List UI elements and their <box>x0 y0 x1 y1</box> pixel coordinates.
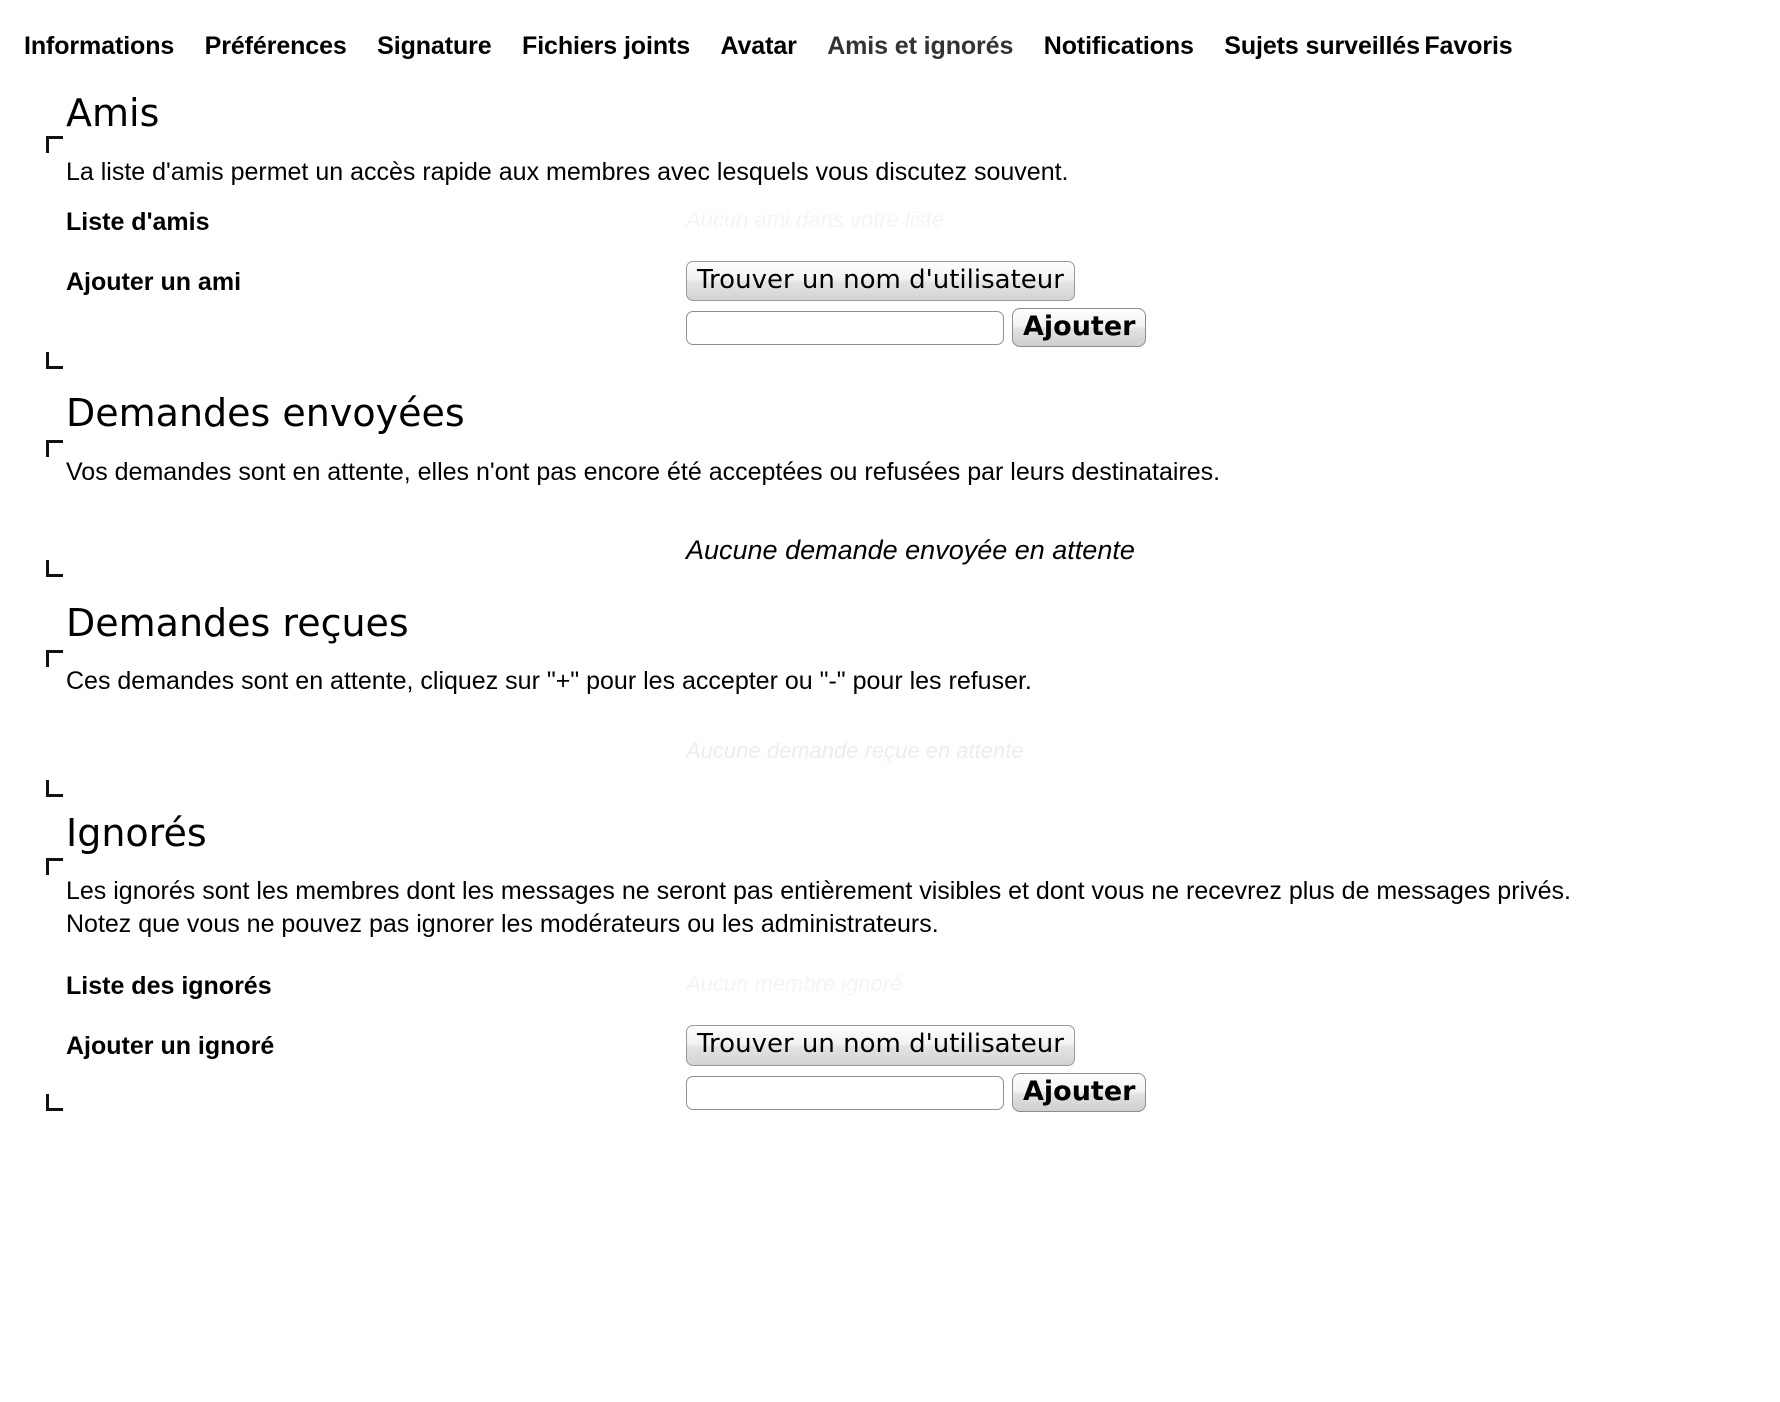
label-ajouter-ignore: Ajouter un ignoré <box>66 1032 275 1061</box>
value-ajouter-ami: Trouver un nom d'utilisateur Ajouter <box>686 259 1714 348</box>
section-description-demandes-recues: Ces demandes sont en attente, cliquez su… <box>66 667 1032 696</box>
profile-tabs-row: Informations Préférences Signature Fichi… <box>0 18 1780 74</box>
value-liste-amis: Aucun ami dans votre liste <box>686 199 1714 236</box>
add-ignored-input[interactable] <box>686 1075 1004 1110</box>
liste-ignores-empty-text: Aucun membre ignoré <box>686 965 1714 1000</box>
tab-notifications[interactable]: Notifications <box>1044 18 1194 74</box>
received-requests-empty-wrap: Aucune demande reçue en attente <box>42 708 1738 773</box>
tab-informations[interactable]: Informations <box>24 18 174 74</box>
section-description-amis: La liste d'amis permet un accès rapide a… <box>66 157 1069 186</box>
section-demandes-recues: Demandes reçues Ces demandes sont en att… <box>42 584 1738 797</box>
label-liste-ignores: Liste des ignorés <box>66 972 272 1001</box>
find-username-button-amis[interactable]: Trouver un nom d'utilisateur <box>686 260 1075 302</box>
section-amis: Amis La liste d'amis permet un accès rap… <box>42 74 1738 374</box>
tab-fichiers-joints[interactable]: Fichiers joints <box>522 18 690 74</box>
label-ajouter-ami: Ajouter un ami <box>66 267 242 296</box>
section-title-demandes-recues: Demandes reçues <box>66 600 409 645</box>
field-row-ajouter-ignore: Ajouter un ignoré Trouver un nom d'utili… <box>42 1023 1738 1113</box>
field-row-liste-ignores: Liste des ignorés Aucun membre ignoré <box>42 963 1738 1005</box>
profile-tabs-nav: Informations Préférences Signature Fichi… <box>0 0 1780 74</box>
tab-preferences[interactable]: Préférences <box>205 18 347 74</box>
section-title-amis: Amis <box>66 91 160 135</box>
tab-signature[interactable]: Signature <box>377 18 492 74</box>
tab-amis-et-ignores[interactable]: Amis et ignorés <box>827 18 1013 74</box>
sent-requests-empty-wrap: Aucune demande envoyée en attente <box>42 499 1738 584</box>
find-username-button-ignores[interactable]: Trouver un nom d'utilisateur <box>686 1025 1075 1067</box>
value-ajouter-ignore: Trouver un nom d'utilisateur Ajouter <box>686 1023 1714 1113</box>
section-description-demandes-envoyees: Vos demandes sont en attente, elles n'on… <box>66 457 1221 486</box>
add-ignored-form: Ajouter <box>686 1073 1714 1113</box>
field-row-liste-amis: Liste d'amis Aucun ami dans votre liste <box>42 199 1738 241</box>
section-description-ignores-line1: Les ignorés sont les membres dont les me… <box>66 877 1571 906</box>
profile-content: Amis La liste d'amis permet un accès rap… <box>0 74 1780 1124</box>
label-liste-amis: Liste d'amis <box>66 207 210 236</box>
section-ignores: Ignorés Les ignorés sont les membres don… <box>42 794 1738 1124</box>
section-title-ignores: Ignorés <box>66 810 207 855</box>
tab-favoris[interactable]: Favoris <box>1424 18 1512 74</box>
tab-avatar[interactable]: Avatar <box>720 18 796 74</box>
received-requests-empty-note: Aucune demande reçue en attente <box>686 738 1024 764</box>
liste-amis-empty-text: Aucun ami dans votre liste <box>686 201 1714 236</box>
add-friend-input[interactable] <box>686 310 1004 345</box>
field-row-ajouter-ami: Ajouter un ami Trouver un nom d'utilisat… <box>42 259 1738 348</box>
section-demandes-envoyees: Demandes envoyées Vos demandes sont en a… <box>42 374 1738 584</box>
section-title-demandes-envoyees: Demandes envoyées <box>66 391 465 435</box>
add-ignored-submit-button[interactable]: Ajouter <box>1012 1073 1147 1113</box>
tab-sujets-surveilles[interactable]: Sujets surveillés <box>1224 18 1420 74</box>
add-friend-form: Ajouter <box>686 308 1714 348</box>
sent-requests-empty-note: Aucune demande envoyée en attente <box>686 534 1135 565</box>
section-description-ignores-line2: Notez que vous ne pouvez pas ignorer les… <box>66 910 939 939</box>
value-liste-ignores: Aucun membre ignoré <box>686 963 1714 1000</box>
panel-corner-bottom-left-icon <box>46 352 63 369</box>
add-friend-submit-button[interactable]: Ajouter <box>1012 308 1147 348</box>
